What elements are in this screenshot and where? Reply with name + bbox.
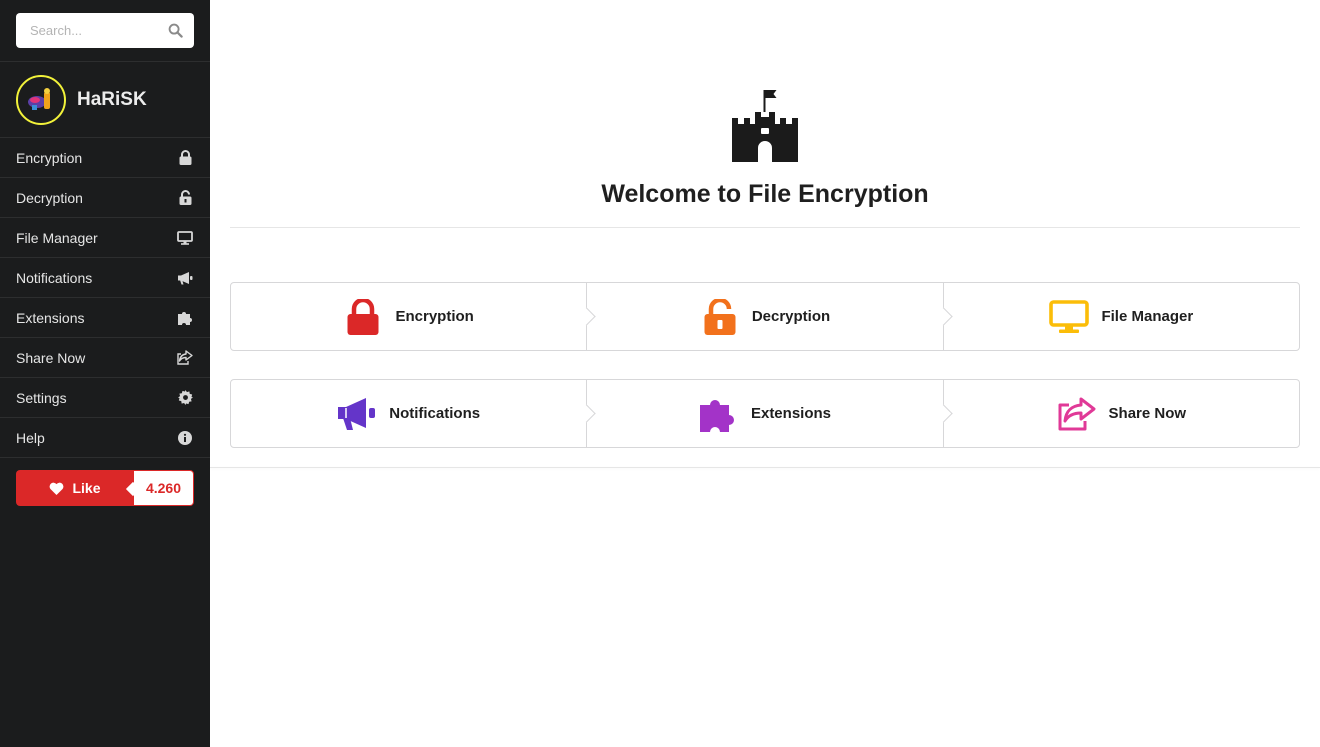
sidebar-item-settings[interactable]: Settings <box>0 378 210 418</box>
step-label: Encryption <box>395 308 474 325</box>
info-icon <box>177 430 193 446</box>
sidebar-item-notifications[interactable]: Notifications <box>0 258 210 298</box>
unlock-icon <box>177 190 193 206</box>
step-label: Decryption <box>751 308 831 325</box>
main-content: Welcome to File Encryption Encryption De… <box>210 0 1320 747</box>
feature-steps-row-1: Encryption Decryption File Manager <box>230 282 1300 351</box>
share-icon <box>1057 394 1097 434</box>
sidebar-item-decryption[interactable]: Decryption <box>0 178 210 218</box>
step-encryption[interactable]: Encryption <box>231 283 586 350</box>
page-title: Welcome to File Encryption <box>601 180 929 208</box>
feature-steps-row-2: Notifications Extensions Share Now <box>230 379 1300 448</box>
sidebar-item-label: Encryption <box>16 149 83 166</box>
step-label: Extensions <box>750 405 831 422</box>
like-count[interactable]: 4.260 <box>134 470 194 506</box>
search-icon[interactable] <box>168 23 183 38</box>
like-label: Like <box>72 480 101 496</box>
sidebar-item-label: Notifications <box>16 269 93 286</box>
search-box <box>16 13 194 48</box>
step-decryption[interactable]: Decryption <box>586 283 942 350</box>
user-profile[interactable]: HaRiSK <box>0 62 210 138</box>
lock-icon <box>343 297 383 337</box>
sidebar-item-label: Settings <box>16 389 67 406</box>
puzzle-icon <box>177 310 193 326</box>
sidebar-item-label: Help <box>16 429 45 446</box>
sidebar-item-extensions[interactable]: Extensions <box>0 298 210 338</box>
step-share-now[interactable]: Share Now <box>942 380 1299 447</box>
like-widget: Like 4.260 <box>16 470 194 506</box>
bullhorn-icon <box>337 394 377 434</box>
puzzle-icon <box>699 394 739 434</box>
sidebar-item-encryption[interactable]: Encryption <box>0 138 210 178</box>
step-label: Notifications <box>389 405 481 422</box>
step-file-manager[interactable]: File Manager <box>942 283 1299 350</box>
share-icon <box>177 350 193 366</box>
like-button[interactable]: Like <box>16 470 134 506</box>
step-extensions[interactable]: Extensions <box>586 380 942 447</box>
unlock-icon <box>700 297 740 337</box>
sidebar-item-label: Decryption <box>16 189 83 206</box>
hero-header: Welcome to File Encryption <box>230 88 1300 209</box>
sidebar-item-help[interactable]: Help <box>0 418 210 458</box>
step-label: File Manager <box>1101 308 1194 325</box>
gear-icon <box>177 390 193 406</box>
section-divider <box>210 467 1320 468</box>
desktop-icon <box>1049 297 1090 337</box>
search-area <box>0 0 210 62</box>
castle-icon <box>732 90 798 162</box>
heart-icon <box>50 482 64 495</box>
hero-divider <box>230 227 1300 228</box>
avatar-image <box>28 87 50 110</box>
step-label: Share Now <box>1108 405 1187 422</box>
profile-name: HaRiSK <box>77 88 147 110</box>
desktop-icon <box>177 230 193 246</box>
step-notifications[interactable]: Notifications <box>231 380 586 447</box>
sidebar-item-label: Extensions <box>16 309 85 326</box>
lock-icon <box>177 150 193 166</box>
bullhorn-icon <box>177 270 193 286</box>
sidebar-item-label: File Manager <box>16 229 98 246</box>
sidebar-item-file-manager[interactable]: File Manager <box>0 218 210 258</box>
avatar[interactable] <box>16 74 66 125</box>
sidebar-item-label: Share Now <box>16 349 86 366</box>
sidebar: HaRiSK Encryption Decryption File Manage… <box>0 0 210 747</box>
sidebar-item-share-now[interactable]: Share Now <box>0 338 210 378</box>
